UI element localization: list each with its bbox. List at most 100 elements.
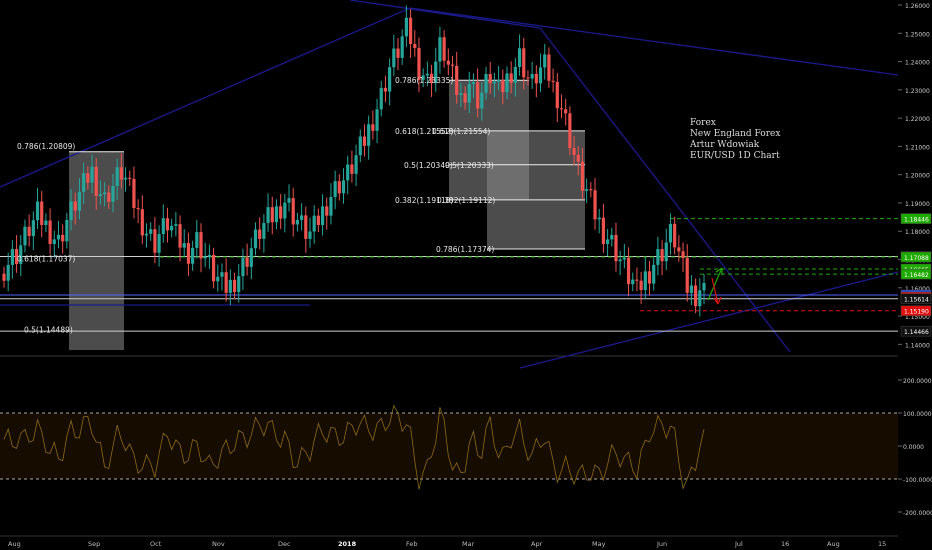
fib-label: 0.786(1.23335) <box>395 76 453 85</box>
price-tag: 1.14466 <box>900 325 932 337</box>
candle-body <box>295 219 300 225</box>
price-tick-label: 1.20000 <box>905 173 930 180</box>
candle-body <box>207 254 211 257</box>
candle-body <box>656 249 660 265</box>
candle-body <box>580 161 585 191</box>
candle-body <box>144 233 149 236</box>
candle-body <box>333 181 337 198</box>
candle-body <box>471 82 476 84</box>
candle-body <box>35 201 40 221</box>
candle-body <box>270 207 274 223</box>
candle-body <box>442 37 446 61</box>
candle-body <box>86 173 90 183</box>
candle-body <box>694 285 698 307</box>
candle-body <box>438 37 442 62</box>
candle-body <box>107 192 111 202</box>
candle-body <box>90 166 94 183</box>
candle-body <box>664 242 668 262</box>
time-label: Aug <box>8 540 21 548</box>
candle-body <box>643 271 647 291</box>
candle-body <box>572 148 576 155</box>
candle-body <box>392 48 396 68</box>
candle-body <box>23 226 27 246</box>
candle-body <box>702 282 706 291</box>
candle-body <box>677 247 681 252</box>
candle-body <box>170 225 174 231</box>
candle-body <box>123 177 128 180</box>
candle-body <box>258 229 262 239</box>
candle-body <box>626 257 631 285</box>
candle-body <box>115 167 119 186</box>
candle-body <box>346 164 350 181</box>
candle-body <box>300 215 304 220</box>
candle-body <box>337 181 341 194</box>
candle-body <box>543 54 547 68</box>
candle-body <box>73 201 77 211</box>
candle-body <box>526 77 530 79</box>
price-tag: 1.16482 <box>900 268 932 280</box>
candle-body <box>480 92 484 109</box>
osc-tick-label: -100.0000 <box>903 477 932 484</box>
candle-body <box>2 273 6 281</box>
candle-body <box>216 276 220 282</box>
fib-label: 0.382(1.19112) <box>437 196 495 205</box>
candle-body <box>153 229 157 253</box>
candle-body <box>211 254 216 282</box>
candle-body <box>262 223 266 239</box>
price-tick-label: 1.25000 <box>905 31 930 38</box>
candle-body <box>228 279 232 293</box>
candle-body <box>597 217 601 220</box>
candle-body <box>396 48 400 58</box>
price-tick-label: 1.18000 <box>905 229 930 236</box>
price-tag-label: 1.16482 <box>904 272 929 279</box>
candle-body <box>622 257 626 260</box>
candle-body <box>522 48 526 78</box>
time-label: 2018 <box>338 540 357 548</box>
candle-body <box>450 64 455 66</box>
candle-body <box>157 234 161 253</box>
fib-label: 0.786(1.20809) <box>17 142 75 151</box>
osc-tick-label: 0.0000 <box>903 444 924 451</box>
candle-body <box>585 189 589 191</box>
candle-body <box>551 80 555 82</box>
candle-body <box>128 177 132 179</box>
candle-body <box>559 108 564 110</box>
candle-body <box>61 234 65 242</box>
candle-body <box>237 276 241 293</box>
candle-body <box>538 67 543 84</box>
candle-body <box>417 47 421 80</box>
price-tag-label: 1.14466 <box>904 329 929 336</box>
candle-body <box>266 207 270 224</box>
info-line-1: Forex <box>690 118 716 128</box>
price-tag-label: 1.18446 <box>904 217 929 224</box>
candle-body <box>383 87 388 92</box>
candle-body <box>132 178 136 209</box>
candle-body <box>320 206 325 226</box>
candle-body <box>82 173 86 192</box>
candle-body <box>647 271 652 284</box>
candle-body <box>660 249 664 262</box>
fib-label: 0.618(1.17037) <box>17 254 75 263</box>
candle-body <box>685 258 689 293</box>
candle-body <box>455 65 459 95</box>
oscillator-band <box>0 413 898 479</box>
candle-body <box>195 232 199 248</box>
chart-root: 0.786(1.20809) 0.618(1.17037) 0.5(1.14489)… <box>0 0 932 550</box>
candle-body <box>182 243 186 248</box>
time-label: Apr <box>531 540 543 548</box>
candle-body <box>488 74 492 84</box>
candle-body <box>111 185 115 202</box>
candle-body <box>220 272 224 277</box>
candle-body <box>492 81 497 84</box>
price-tick-label: 1.26000 <box>905 3 930 10</box>
candle-body <box>652 264 656 284</box>
candle-body <box>245 257 249 267</box>
candle-body <box>249 248 253 267</box>
candle-body <box>635 279 639 281</box>
candle-body <box>509 73 513 83</box>
candle-body <box>467 83 471 103</box>
candle-body <box>304 215 308 239</box>
candle-body <box>501 79 505 93</box>
candle-body <box>316 215 320 226</box>
candle-body <box>614 234 618 262</box>
